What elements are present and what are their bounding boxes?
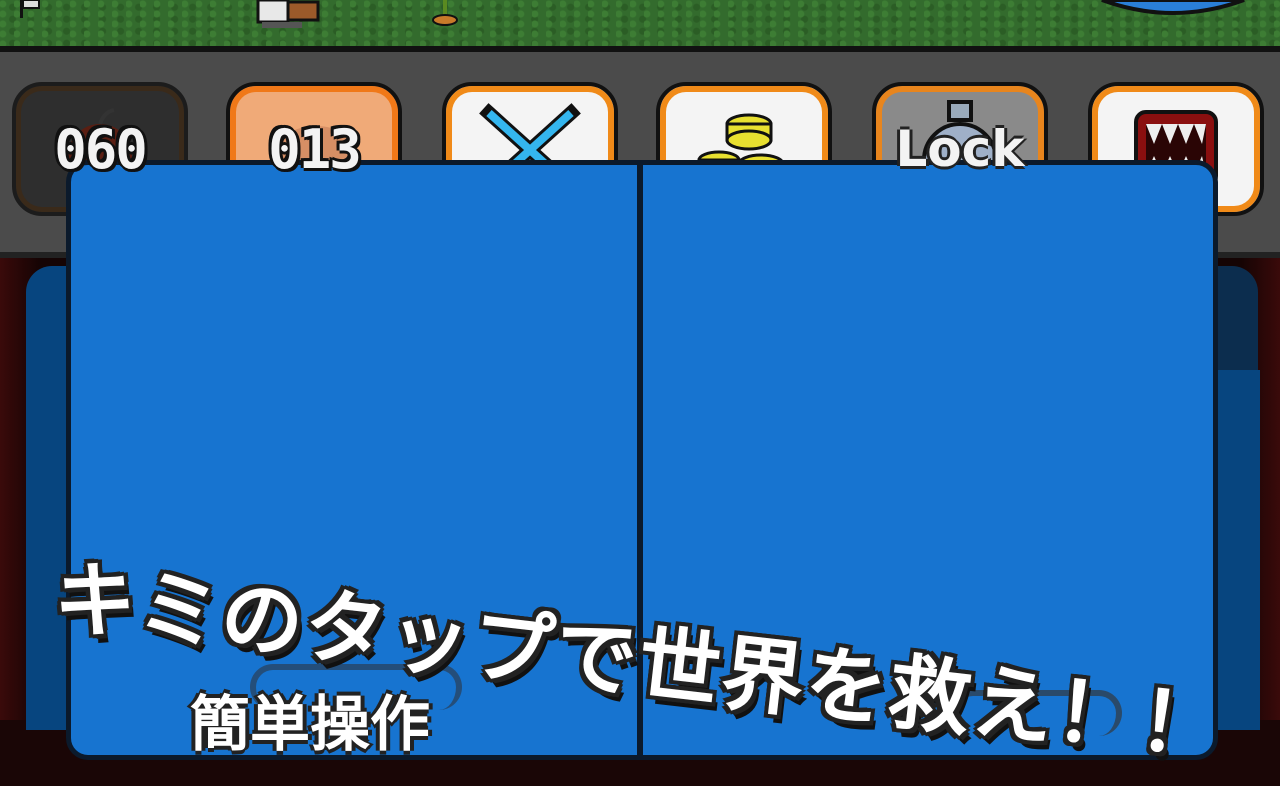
bomb-count: 060	[54, 117, 148, 181]
shield-count: 013	[268, 117, 362, 181]
sprout-icon	[432, 0, 458, 26]
lock-label: Lock	[895, 120, 1025, 178]
flag-icon	[20, 0, 40, 18]
slime-enemy-icon	[1101, 0, 1245, 15]
hero-sprite-icon	[256, 0, 320, 28]
battlefield-strip	[0, 0, 1280, 52]
